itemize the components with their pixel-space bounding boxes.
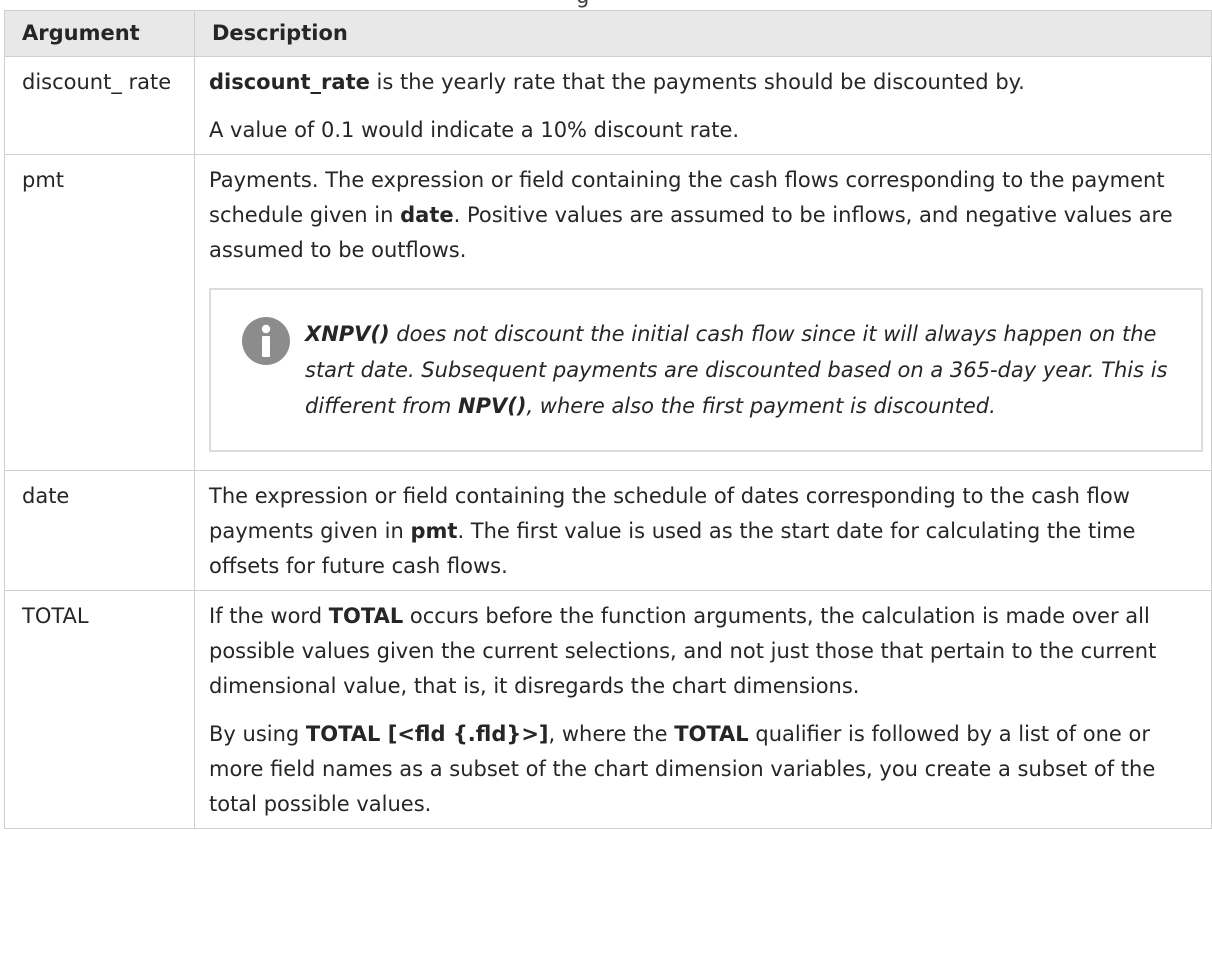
bold-term: discount_rate [209, 70, 370, 94]
info-icon [242, 317, 290, 365]
bold-term: date [400, 203, 454, 227]
note-box: XNPV() does not discount the initial cas… [209, 288, 1203, 452]
note-text: XNPV() does not discount the initial cas… [305, 316, 1181, 424]
table-row-date: date The expression or field containing … [4, 470, 1212, 591]
argument-name: pmt [4, 154, 195, 471]
argument-description: The expression or field containing the s… [194, 470, 1212, 591]
table-row-pmt: pmt Payments. The expression or field co… [4, 154, 1212, 471]
table-header-row: Argument Description [4, 10, 1212, 57]
text-run: By using [209, 722, 306, 746]
bold-term: TOTAL [<fld {.fld}>] [305, 722, 549, 746]
argument-description: If the word TOTAL occurs before the func… [194, 590, 1212, 829]
header-argument: Argument [4, 10, 195, 57]
argument-name: discount_ rate [4, 56, 195, 155]
argument-description: discount_rate is the yearly rate that th… [194, 56, 1212, 155]
description-paragraph: discount_rate is the yearly rate that th… [209, 65, 1203, 100]
bold-term: pmt [410, 519, 458, 543]
arguments-table: Argument Description discount_ rate disc… [4, 10, 1212, 829]
text-run: is the yearly rate that the payments sho… [369, 70, 1025, 94]
argument-description: Payments. The expression or field contai… [194, 154, 1212, 471]
text-run: , where the [548, 722, 675, 746]
table-row-total: TOTAL If the word TOTAL occurs before th… [4, 590, 1212, 829]
bold-term: TOTAL [328, 604, 404, 628]
description-paragraph: The expression or field containing the s… [209, 479, 1203, 584]
table-caption-fragment: g [576, 0, 676, 8]
text-run: If the word [209, 604, 329, 628]
table-row-discount-rate: discount_ rate discount_rate is the year… [4, 56, 1212, 155]
header-description: Description [194, 10, 1212, 57]
bold-term: NPV() [458, 394, 527, 418]
argument-name: TOTAL [4, 590, 195, 829]
description-paragraph: A value of 0.1 would indicate a 10% disc… [209, 118, 740, 142]
text-run: , where also the first payment is discou… [526, 394, 996, 418]
bold-term: XNPV() [305, 322, 390, 346]
description-paragraph: Payments. The expression or field contai… [209, 163, 1203, 268]
argument-name: date [4, 470, 195, 591]
description-paragraph: By using TOTAL [<fld {.fld}>], where the… [209, 717, 1203, 822]
bold-term: TOTAL [674, 722, 749, 746]
description-paragraph: If the word TOTAL occurs before the func… [209, 599, 1203, 704]
